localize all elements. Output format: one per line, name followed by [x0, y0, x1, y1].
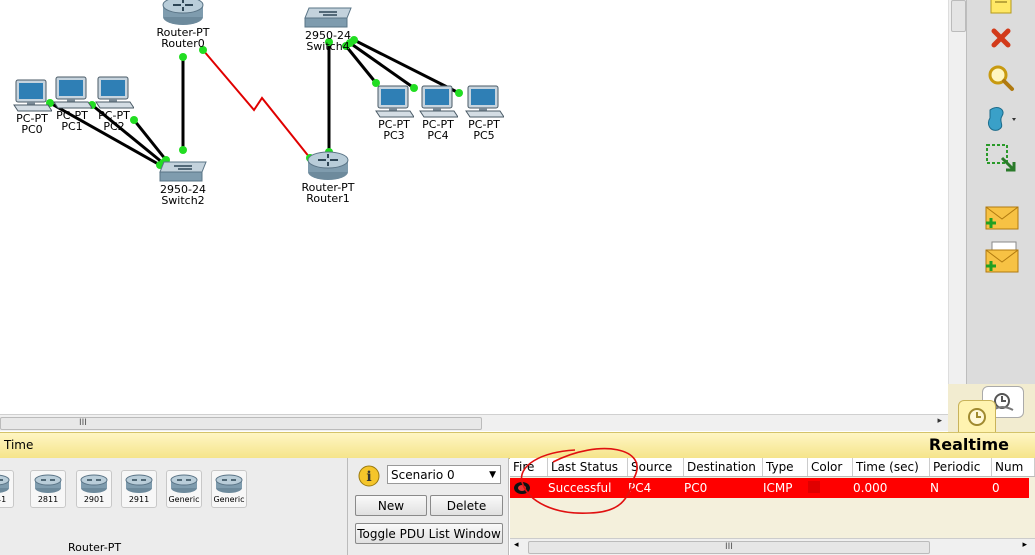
delete-icon[interactable]	[981, 22, 1021, 54]
scroll-right-arrow-icon[interactable]: ▸	[1022, 540, 1027, 550]
pdu-list-header: Fire Last Status Source Destination Type Colo…	[510, 458, 1035, 477]
pdu-column-header[interactable]: Source	[628, 458, 684, 476]
pdu-column-header[interactable]: Type	[763, 458, 808, 476]
scroll-grip: III	[79, 418, 87, 428]
link-light-icon	[179, 146, 187, 154]
resize-icon[interactable]	[981, 142, 1021, 174]
device-pc2[interactable]: PC-PT PC2	[84, 76, 144, 132]
fire-status-icon[interactable]	[513, 481, 531, 495]
new-scenario-button[interactable]: New	[355, 495, 427, 516]
device-model-label: 1841	[0, 495, 7, 504]
add-complex-pdu-icon[interactable]	[981, 241, 1021, 274]
workspace-horizontal-scrollbar[interactable]: III ▸	[0, 414, 948, 431]
workspace-vertical-scrollbar[interactable]	[948, 0, 967, 414]
note-icon[interactable]	[981, 0, 1021, 18]
pdu-column-header[interactable]: Last Status	[548, 458, 628, 476]
pdu-column-header[interactable]: Periodic	[930, 458, 992, 476]
pdu-scroll-thumb[interactable]: III	[528, 541, 930, 554]
right-toolbar	[966, 0, 1035, 414]
pdu-list: Fire Last Status Source Destination Type Colo…	[510, 458, 1035, 555]
horizontal-scroll-thumb[interactable]: III	[0, 417, 482, 430]
scenario-select-value: Scenario 0	[391, 468, 455, 482]
device-model-0[interactable]: 1841	[0, 470, 14, 508]
topology-links	[46, 36, 463, 169]
device-caption: Router-PT	[68, 541, 122, 554]
router-icon	[298, 150, 358, 182]
device-model-5[interactable]: Generic	[211, 470, 247, 508]
svg-text:i: i	[366, 469, 371, 485]
switch-icon	[298, 6, 358, 30]
router-icon	[170, 474, 198, 493]
device-model-label: 2911	[128, 495, 150, 504]
device-model-label: 2811	[37, 495, 59, 504]
pdu-time: 0.000	[853, 481, 888, 495]
device-router0[interactable]: Router-PT Router0	[153, 0, 213, 49]
device-model-label: 2901	[83, 495, 105, 504]
pdu-list-scrollbar[interactable]: ◂ III ▸	[510, 538, 1035, 555]
pdu-row[interactable]: Successful PC4 PC0 ICMP 0.000 N 0	[510, 478, 1029, 498]
time-bar: Time Realtime	[0, 432, 1035, 459]
scenario-select[interactable]: Scenario 0 ▼	[387, 465, 501, 484]
device-name: Switch2	[161, 194, 205, 207]
device-name: Router1	[306, 192, 350, 205]
realtime-mode-tab[interactable]	[958, 400, 996, 434]
clock-icon	[968, 408, 986, 426]
delete-scenario-button[interactable]: Delete	[430, 495, 503, 516]
scroll-right-arrow-icon[interactable]: ▸	[937, 416, 942, 426]
device-model-1[interactable]: 2811	[30, 470, 66, 508]
router-icon	[80, 474, 108, 493]
device-type-panel: 1841 2811 2901 2911 Generic Generic Rout…	[0, 458, 348, 555]
pdu-source: PC4	[628, 481, 652, 495]
scroll-left-arrow-icon[interactable]: ◂	[514, 540, 519, 550]
time-label: Time	[4, 438, 34, 452]
pdu-num: 0	[992, 481, 1000, 495]
device-model-2[interactable]: 2901	[76, 470, 112, 508]
pc-icon	[454, 85, 514, 119]
pdu-column-header[interactable]: Time (sec)	[853, 458, 930, 476]
device-model-label: Generic	[213, 495, 245, 504]
router-icon	[0, 474, 10, 493]
pdu-last-status: Successful	[548, 481, 612, 495]
device-switch2[interactable]: 2950-24 Switch2	[153, 160, 213, 206]
link-light-icon	[179, 53, 187, 61]
add-simple-pdu-icon[interactable]	[981, 202, 1021, 234]
scenario-panel: i Scenario 0 ▼ New Delete Toggle PDU Lis…	[348, 458, 509, 555]
vertical-scroll-thumb[interactable]	[951, 0, 966, 32]
toggle-pdu-list-button[interactable]: Toggle PDU List Window	[355, 523, 503, 544]
inspect-icon[interactable]	[981, 62, 1021, 94]
switch-icon	[153, 160, 213, 184]
device-name: PC2	[103, 120, 125, 133]
draw-shape-icon[interactable]	[981, 102, 1021, 134]
device-router1[interactable]: Router-PT Router1	[298, 150, 358, 204]
device-pc5[interactable]: PC-PT PC5	[454, 85, 514, 141]
router-icon	[215, 474, 243, 493]
router-icon	[125, 474, 153, 493]
logical-workspace[interactable]: PC-PT PC0 PC-PT PC1 PC-PT PC2 Router-PT …	[0, 0, 948, 414]
device-model-4[interactable]: Generic	[166, 470, 202, 508]
pc-icon	[84, 76, 144, 110]
device-name: PC5	[473, 129, 495, 142]
info-icon[interactable]: i	[358, 465, 380, 487]
scroll-grip: III	[725, 542, 733, 552]
pdu-periodic: N	[930, 481, 939, 495]
pdu-column-header[interactable]: Fire	[510, 458, 548, 476]
device-switch4[interactable]: 2950-24 Switch4	[298, 6, 358, 52]
chevron-down-icon: ▼	[489, 470, 496, 480]
router-icon	[153, 0, 213, 27]
pdu-column-header[interactable]: Destination	[684, 458, 763, 476]
pdu-type: ICMP	[763, 481, 793, 495]
router-icon	[34, 474, 62, 493]
pdu-color-swatch	[808, 481, 820, 493]
device-model-label: Generic	[168, 495, 200, 504]
device-model-3[interactable]: 2911	[121, 470, 157, 508]
realtime-label: Realtime	[928, 435, 1009, 454]
pdu-column-header[interactable]: Num	[992, 458, 1035, 476]
device-name: Switch4	[306, 40, 350, 53]
device-name: Router0	[161, 37, 205, 50]
pdu-destination: PC0	[684, 481, 708, 495]
link-router0-router1[interactable]	[202, 49, 311, 159]
pdu-column-header[interactable]: Color	[808, 458, 853, 476]
